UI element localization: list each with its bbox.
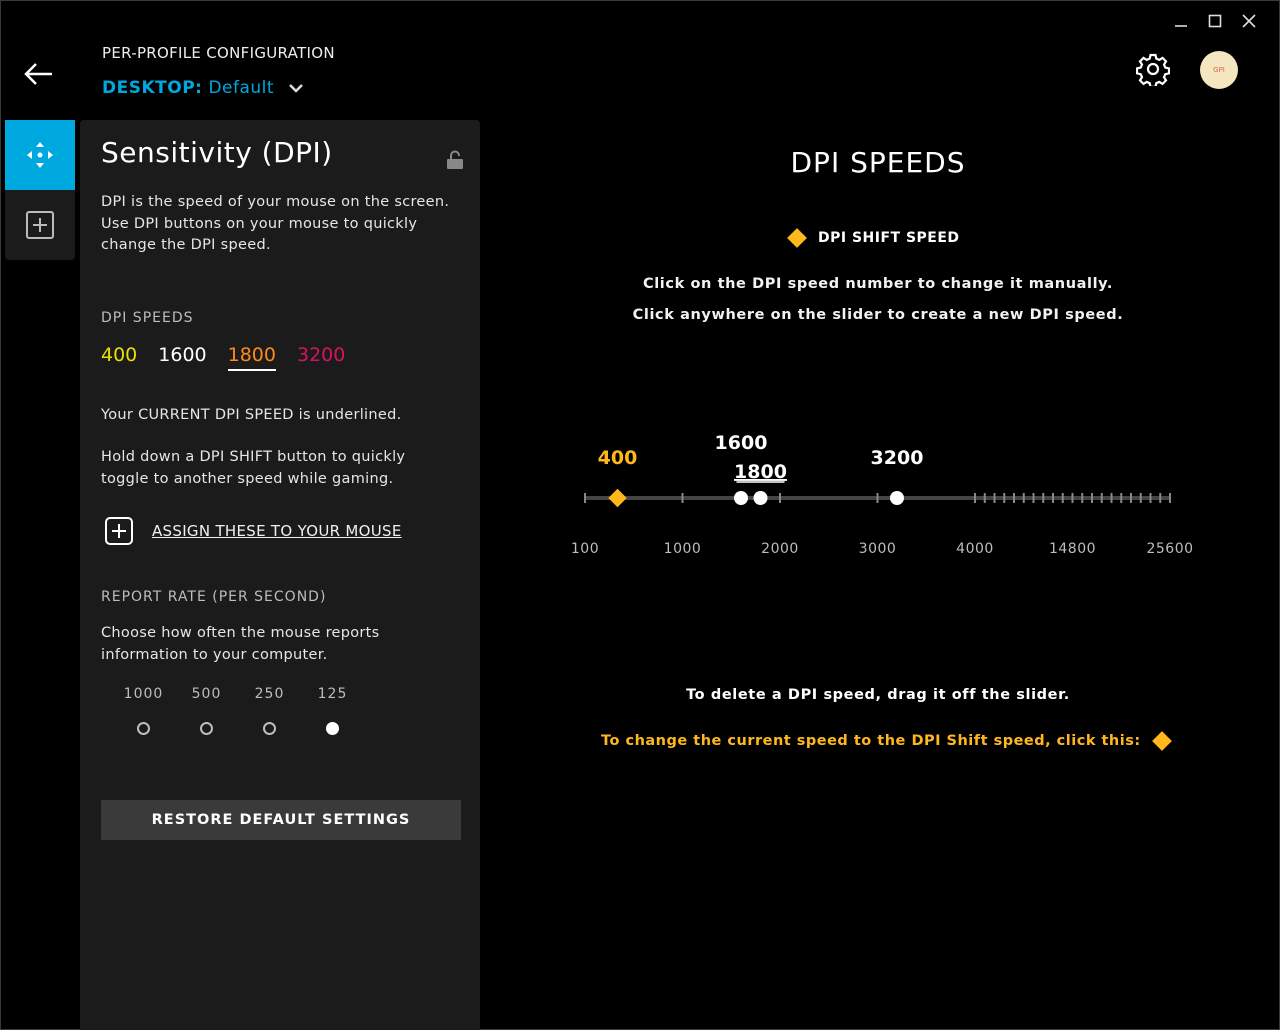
report-rate-option[interactable]: 125	[301, 686, 364, 735]
sensitivity-panel: Sensitivity (DPI) DPI is the speed of yo…	[80, 120, 480, 1030]
rail-item-assignments[interactable]	[5, 190, 75, 260]
avatar[interactable]: GPI	[1200, 51, 1238, 89]
slider-scale-label: 100	[571, 541, 599, 557]
profile-prefix: DESKTOP:	[102, 78, 203, 98]
report-rate-description: Choose how often the mouse reports infor…	[101, 625, 380, 663]
delete-info: To delete a DPI speed, drag it off the s…	[686, 687, 1070, 703]
dpi-speed-point[interactable]	[734, 491, 748, 505]
feature-rail	[5, 120, 75, 260]
dpi-speed-item[interactable]: 1600	[158, 344, 206, 371]
minimize-button[interactable]	[1164, 10, 1198, 32]
move-arrows-icon	[27, 142, 53, 168]
dpi-speeds-heading: DPI SPEEDS	[101, 310, 194, 326]
dpi-speed-point-label[interactable]: 1800	[734, 461, 787, 483]
dpi-speed-item-current[interactable]: 1800	[227, 344, 276, 371]
slider-scale-label: 14800	[1049, 541, 1096, 557]
plus-box-icon	[26, 211, 54, 239]
report-rate-value: 500	[191, 686, 222, 702]
window-controls	[1164, 10, 1266, 32]
assign-to-mouse-link[interactable]: ASSIGN THESE TO YOUR MOUSE	[104, 516, 402, 546]
info-manual-change: Click on the DPI speed number to change …	[643, 276, 1113, 292]
slider-scale-label: 2000	[761, 541, 799, 557]
avatar-text: GPI	[1213, 66, 1225, 74]
profile-selector[interactable]: DESKTOP: Default	[102, 78, 306, 98]
report-rate-option[interactable]: 1000	[112, 686, 175, 735]
dpi-speeds-title: DPI SPEEDS	[790, 146, 966, 179]
restore-defaults-button[interactable]: RESTORE DEFAULT SETTINGS	[101, 800, 461, 840]
dpi-shift-legend-label: DPI SHIFT SPEED	[818, 230, 960, 246]
report-rate-value: 250	[254, 686, 285, 702]
maximize-icon	[1208, 14, 1222, 28]
info-create-speed: Click anywhere on the slider to create a…	[632, 307, 1124, 323]
plus-box-icon	[105, 517, 133, 545]
minimize-icon	[1175, 25, 1187, 27]
close-icon	[1242, 14, 1256, 28]
dpi-description: DPI is the speed of your mouse on the sc…	[101, 194, 450, 253]
slider-scale-label: 4000	[956, 541, 994, 557]
set-shift-speed-link[interactable]: To change the current speed to the DPI S…	[601, 731, 1172, 751]
radio-button[interactable]	[137, 722, 150, 735]
dpi-speed-point-label[interactable]: 1600	[715, 432, 768, 454]
dpi-slider[interactable]: 100 1000 2000 3000 4000 14800 25600 400 1600 180…	[560, 420, 1220, 570]
close-button[interactable]	[1232, 10, 1266, 32]
dpi-speed-item[interactable]: 400	[101, 344, 137, 371]
radio-button[interactable]	[200, 722, 213, 735]
gear-icon	[1135, 53, 1171, 88]
dpi-shift-marker[interactable]	[608, 488, 627, 508]
dpi-speed-point[interactable]	[890, 491, 904, 505]
dpi-shift-label[interactable]: 400	[598, 447, 638, 469]
arrow-left-icon	[24, 63, 52, 85]
report-rate-heading: REPORT RATE (PER SECOND)	[101, 589, 327, 605]
report-rate-option[interactable]: 500	[175, 686, 238, 735]
slider-scale-label: 25600	[1146, 541, 1193, 557]
radio-button[interactable]	[263, 722, 276, 735]
shift-cta-label: To change the current speed to the DPI S…	[601, 733, 1141, 749]
slider-marks: 400 1600 1800 3200	[598, 432, 924, 508]
settings-button[interactable]	[1135, 52, 1171, 88]
report-rate-option[interactable]: 250	[238, 686, 301, 735]
page-title: PER-PROFILE CONFIGURATION	[102, 44, 335, 62]
diamond-icon	[787, 228, 807, 248]
diamond-icon[interactable]	[1151, 731, 1172, 751]
report-rate-options: 1000 500 250 125	[112, 686, 364, 735]
dpi-shift-note: Hold down a DPI SHIFT button to quickly …	[101, 449, 406, 487]
assign-label: ASSIGN THESE TO YOUR MOUSE	[152, 522, 402, 540]
report-rate-value: 125	[317, 686, 348, 702]
dpi-speed-point-label[interactable]: 3200	[871, 447, 924, 469]
maximize-button[interactable]	[1198, 10, 1232, 32]
chevron-down-icon	[289, 84, 303, 93]
report-rate-value: 1000	[123, 686, 164, 702]
back-button[interactable]	[22, 58, 58, 90]
dpi-speed-point[interactable]	[753, 491, 768, 505]
slider-scale-label: 3000	[859, 541, 897, 557]
dpi-shift-legend: DPI SHIFT SPEED	[787, 228, 960, 248]
dpi-speed-list: 400 1600 1800 3200	[101, 344, 345, 371]
panel-title: Sensitivity (DPI)	[101, 136, 333, 169]
unlock-icon	[447, 150, 463, 169]
current-speed-note: Your CURRENT DPI SPEED is underlined.	[101, 407, 402, 423]
radio-button-selected[interactable]	[326, 722, 339, 735]
rail-item-sensitivity[interactable]	[5, 120, 75, 190]
profile-name: Default	[208, 78, 275, 98]
lock-button[interactable]	[446, 150, 464, 170]
slider-scale-label: 1000	[664, 541, 702, 557]
slider-scale-labels: 100 1000 2000 3000 4000 14800 25600	[571, 541, 1193, 557]
dpi-speed-item[interactable]: 3200	[297, 344, 345, 371]
